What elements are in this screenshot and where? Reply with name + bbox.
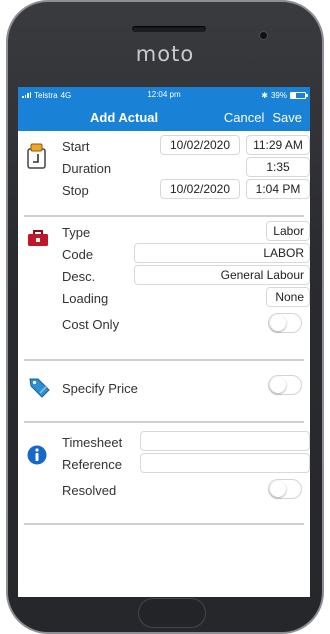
code-label: Code: [62, 247, 94, 262]
bluetooth-icon: ✱: [261, 90, 268, 100]
desc-row: Desc. General Labour: [24, 265, 310, 287]
cost-only-toggle[interactable]: [268, 313, 302, 333]
signal-icon: [22, 92, 31, 98]
specify-price-label: Specify Price: [62, 381, 138, 396]
duration-row: Duration 1:35: [24, 157, 310, 179]
duration-field[interactable]: 1:35: [246, 157, 310, 177]
stop-label: Stop: [62, 183, 89, 198]
start-label: Start: [62, 139, 90, 154]
device-brand-logo: moto: [135, 42, 195, 66]
type-section: Type Labor Code LABOR Desc. General Labo…: [24, 221, 310, 361]
timesheet-label: Timesheet: [62, 435, 123, 450]
stop-row: Stop 10/02/2020 1:04 PM: [24, 179, 310, 201]
resolved-label: Resolved: [62, 483, 117, 498]
phone-top-bezel: moto: [8, 2, 322, 87]
toggle-knob: [270, 315, 286, 331]
code-field[interactable]: LABOR: [134, 243, 310, 263]
reference-label: Reference: [62, 457, 122, 472]
reference-field[interactable]: [140, 453, 310, 473]
info-section: Timesheet Reference Resolved: [24, 431, 310, 525]
battery-fill: [291, 92, 297, 98]
type-field[interactable]: Labor: [266, 221, 310, 241]
type-label: Type: [62, 225, 91, 240]
loading-field[interactable]: None: [266, 287, 310, 307]
price-tag-icon: [29, 378, 50, 398]
resolved-row: Resolved: [24, 475, 304, 505]
start-time-field[interactable]: 11:29 AM: [246, 135, 310, 155]
cancel-button[interactable]: Cancel: [224, 110, 264, 125]
app-screen: Telstra 4G 12:04 pm ✱ 39% Add Actual Can…: [18, 87, 310, 597]
resolved-toggle[interactable]: [268, 479, 302, 499]
start-row: Start 10/02/2020 11:29 AM: [24, 135, 310, 157]
toggle-knob: [270, 377, 286, 393]
home-button[interactable]: [138, 598, 206, 628]
battery-icon: [290, 91, 308, 99]
code-row: Code LABOR: [24, 243, 310, 265]
specify-price-toggle[interactable]: [268, 375, 302, 395]
price-section: Specify Price: [24, 361, 304, 423]
loading-label: Loading: [62, 291, 109, 306]
desc-field[interactable]: General Labour: [134, 265, 310, 285]
toggle-knob: [270, 481, 286, 497]
stop-time-field[interactable]: 1:04 PM: [246, 179, 310, 199]
desc-label: Desc.: [62, 269, 96, 284]
stop-date-field[interactable]: 10/02/2020: [160, 179, 240, 199]
nav-bar: Add Actual Cancel Save: [18, 103, 310, 131]
cost-only-row: Cost Only: [24, 309, 304, 339]
reference-row: Reference: [24, 453, 310, 475]
save-button[interactable]: Save: [272, 110, 302, 125]
type-row: Type Labor: [24, 221, 310, 243]
start-date-field[interactable]: 10/02/2020: [160, 135, 240, 155]
time-section: Start 10/02/2020 11:29 AM Duration 1:35 …: [24, 135, 310, 217]
carrier-name: Telstra: [34, 90, 58, 100]
loading-row: Loading None: [24, 287, 310, 309]
status-bar: Telstra 4G 12:04 pm ✱ 39%: [18, 87, 310, 103]
network-type: 4G: [60, 90, 72, 100]
front-camera: [260, 32, 267, 39]
earpiece-speaker: [132, 26, 206, 32]
page-title: Add Actual: [90, 110, 159, 125]
battery-percent: 39%: [270, 90, 287, 100]
timesheet-field[interactable]: [140, 431, 310, 451]
cost-only-label: Cost Only: [62, 317, 120, 332]
timesheet-row: Timesheet: [24, 431, 310, 453]
duration-label: Duration: [62, 161, 112, 176]
